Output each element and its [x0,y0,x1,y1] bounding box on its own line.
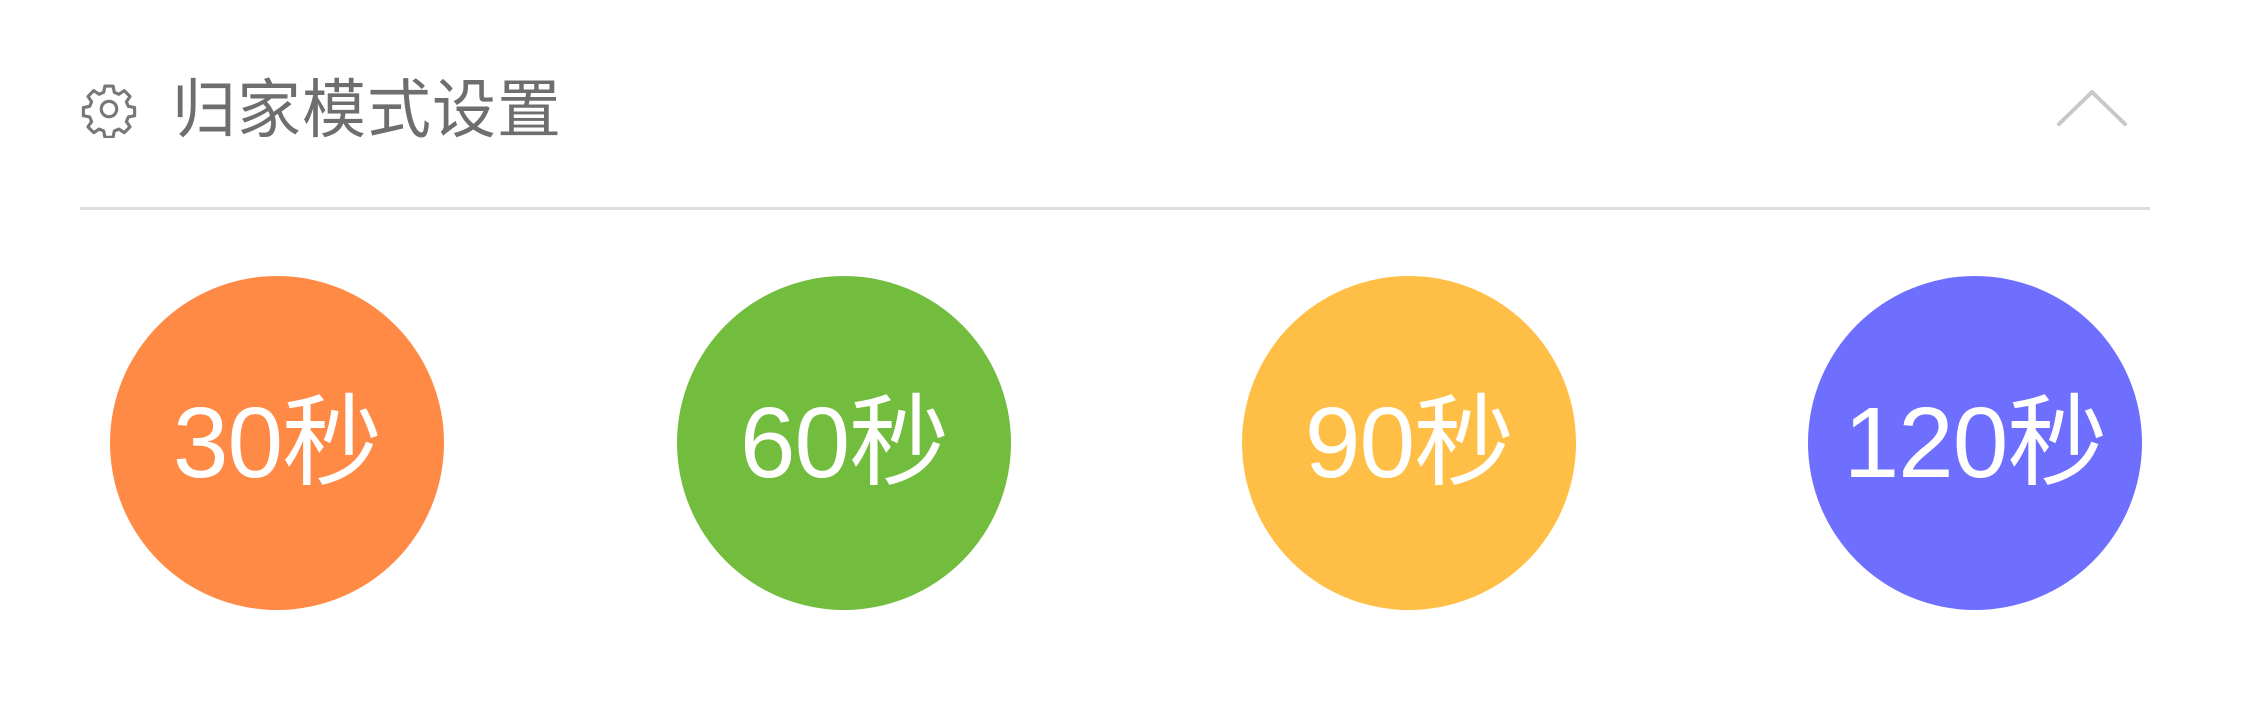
option-label: 30秒 [172,387,382,499]
option-label: 120秒 [1843,387,2108,499]
option-120s-button[interactable]: 120秒 [1808,276,2142,610]
panel-header: 归家模式设置 [80,64,2150,156]
option-label: 60秒 [739,387,949,499]
duration-options: 30秒 60秒 90秒 120秒 [0,276,2244,616]
option-30s-button[interactable]: 30秒 [110,276,444,610]
option-label: 90秒 [1304,387,1514,499]
page-title: 归家模式设置 [172,74,562,146]
option-90s-button[interactable]: 90秒 [1242,276,1576,610]
gear-icon [80,80,138,139]
home-mode-settings-panel: 归家模式设置 30秒 60秒 90秒 120秒 [0,0,2244,705]
option-60s-button[interactable]: 60秒 [677,276,1011,610]
chevron-up-icon[interactable] [2055,82,2129,130]
header-divider [80,207,2150,210]
